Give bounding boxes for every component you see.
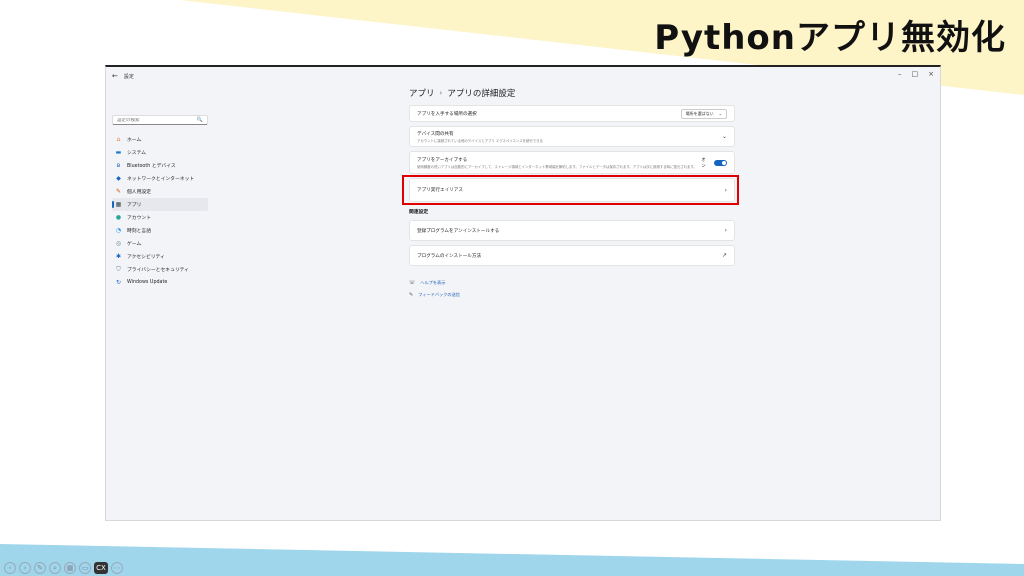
device-share-card[interactable]: デバイス間の共有 アカウントに接続されている他のデバイスとアプリ エクスペリエン… [409,126,735,147]
search-input[interactable] [117,117,187,123]
app-source-dropdown[interactable]: 場所を選ばない ⌄ [680,108,727,119]
help-links: ☏ ヘルプを表示 ✎ フィードバックの送信 [409,280,735,298]
chevron-down-icon: ⌄ [718,111,722,116]
accessibility-icon: ✱ [115,253,122,260]
sidebar-item-label: Windows Update [127,280,168,285]
sidebar-item-label: アプリ [127,203,142,208]
minimize-button[interactable]: – [898,70,902,78]
slide: Pythonアプリ無効化 ← 設定 – □ × 🔍 ⌂ ホーム ▬ システム ʙ Blue… [0,0,1024,576]
window-controls: – □ × [898,70,934,78]
device-share-desc: アカウントに接続されている他のデバイスとアプリ エクスペリエンスを続行できる [417,138,543,143]
next-icon[interactable]: › [19,562,31,574]
pen-icon[interactable]: ✎ [34,562,46,574]
slide-toolbar: ‹ › ✎ ⌕ ▦ ▭ CX ⋯ [4,562,123,574]
sidebar-item-0[interactable]: ⌂ ホーム [112,133,208,146]
subtitle-icon[interactable]: ▭ [79,562,91,574]
help-icon: ☏ [409,280,416,286]
chevron-right-icon: › [439,89,443,97]
sidebar-item-label: Bluetooth とデバイス [127,164,176,169]
archive-toggle-label: オン [701,157,706,169]
chevron-down-icon[interactable]: ⌄ [722,133,727,140]
sidebar-item-label: プライバシーとセキュリティ [127,268,189,273]
external-link-icon[interactable]: ↗ [722,252,727,259]
chevron-right-icon[interactable]: › [725,227,727,234]
close-button[interactable]: × [928,70,934,78]
network-icon: ◆ [116,175,121,182]
sidebar-item-10[interactable]: ⛉ プライバシーとセキュリティ [112,263,208,276]
maximize-button[interactable]: □ [912,70,919,78]
arrow-left-icon[interactable]: ← [112,72,118,80]
help-link-label: ヘルプを表示 [420,280,446,285]
game-icon: ◎ [115,240,122,247]
sidebar-item-11[interactable]: ↻ Windows Update [112,276,208,289]
title-bar: ← 設定 [106,67,940,85]
more-icon[interactable]: ⋯ [111,562,123,574]
zoom-icon[interactable]: ⌕ [49,562,61,574]
prev-icon[interactable]: ‹ [4,562,16,574]
sidebar-item-4[interactable]: ✎ 個人用設定 [112,185,208,198]
sidebar: 🔍 ⌂ ホーム ▬ システム ʙ Bluetooth とデバイス ◆ ネットワークとインターネ… [112,115,208,289]
nav-list: ⌂ ホーム ▬ システム ʙ Bluetooth とデバイス ◆ ネットワークとインターネット… [112,133,208,289]
bottom-blue-band [0,544,1024,576]
app-source-value: 場所を選ばない [685,110,714,116]
settings-window: ← 設定 – □ × 🔍 ⌂ ホーム ▬ システム ʙ Bluetooth とデバイス ◆ ネ… [105,65,941,521]
update-icon: ↻ [115,279,122,286]
sidebar-item-label: システム [127,151,147,156]
feedback-link-label: フィードバックの送信 [418,292,460,297]
shield-icon: ⛉ [116,266,121,273]
sidebar-item-label: アカウント [127,216,151,221]
sidebar-item-label: 個人用設定 [127,190,151,195]
sidebar-item-6[interactable]: ● アカウント [112,211,208,224]
home-icon: ⌂ [116,136,121,143]
related-install-card[interactable]: プログラムのインストール方法 ↗ [409,245,735,266]
archive-apps-desc: 使用頻度の低いアプリは自動的にアーカイブして、ストレージ領域とインターネット帯域… [417,164,697,169]
bottom-decoration [0,544,1024,576]
feedback-icon: ✎ [409,292,414,298]
related-install-label: プログラムのインストール方法 [417,253,482,259]
brush-icon: ✎ [115,188,122,195]
device-share-label: デバイス間の共有 [417,131,454,137]
search-box[interactable]: 🔍 [112,115,208,125]
related-uninstall-card[interactable]: 登録プログラムをアンインストールする › [409,220,735,241]
archive-apps-card: アプリをアーカイブする 使用頻度の低いアプリは自動的にアーカイブして、ストレージ… [409,151,735,174]
sidebar-item-label: 時刻と言語 [127,229,151,234]
related-settings-title: 関連設定 [409,210,429,215]
apps-icon: ▦ [115,201,122,208]
sidebar-item-7[interactable]: ◔ 時刻と言語 [112,224,208,237]
time-icon: ◔ [115,227,122,234]
sidebar-item-3[interactable]: ◆ ネットワークとインターネット [112,172,208,185]
sidebar-item-label: ホーム [127,138,142,143]
highlight-box [402,175,739,205]
app-source-card[interactable]: アプリを入手する場所の選択 場所を選ばない ⌄ [409,105,735,122]
archive-toggle[interactable] [714,159,727,166]
breadcrumb: アプリ › アプリの詳細設定 [409,85,735,101]
app-source-label: アプリを入手する場所の選択 [417,111,477,117]
feedback-link[interactable]: ✎ フィードバックの送信 [409,292,735,298]
sidebar-item-5[interactable]: ▦ アプリ [112,198,208,211]
account-icon: ● [115,214,122,221]
related-uninstall-label: 登録プログラムをアンインストールする [417,228,500,234]
system-icon: ▬ [115,149,122,156]
cx-icon[interactable]: CX [94,562,108,574]
sidebar-item-9[interactable]: ✱ アクセシビリティ [112,250,208,263]
search-icon[interactable]: 🔍 [197,117,203,123]
sidebar-item-label: ゲーム [127,242,142,247]
grid-icon[interactable]: ▦ [64,562,76,574]
archive-apps-label: アプリをアーカイブする [417,157,468,163]
bluetooth-icon: ʙ [116,162,121,169]
breadcrumb-parent[interactable]: アプリ [409,87,435,99]
sidebar-item-1[interactable]: ▬ システム [112,146,208,159]
sidebar-item-label: ネットワークとインターネット [127,177,195,182]
page-title: アプリの詳細設定 [447,89,516,99]
app-title: 設定 [123,73,134,80]
sidebar-item-2[interactable]: ʙ Bluetooth とデバイス [112,159,208,172]
sidebar-item-8[interactable]: ◎ ゲーム [112,237,208,250]
sidebar-item-label: アクセシビリティ [127,255,165,260]
help-link[interactable]: ☏ ヘルプを表示 [409,280,735,286]
slide-title: Pythonアプリ無効化 [654,18,1006,58]
